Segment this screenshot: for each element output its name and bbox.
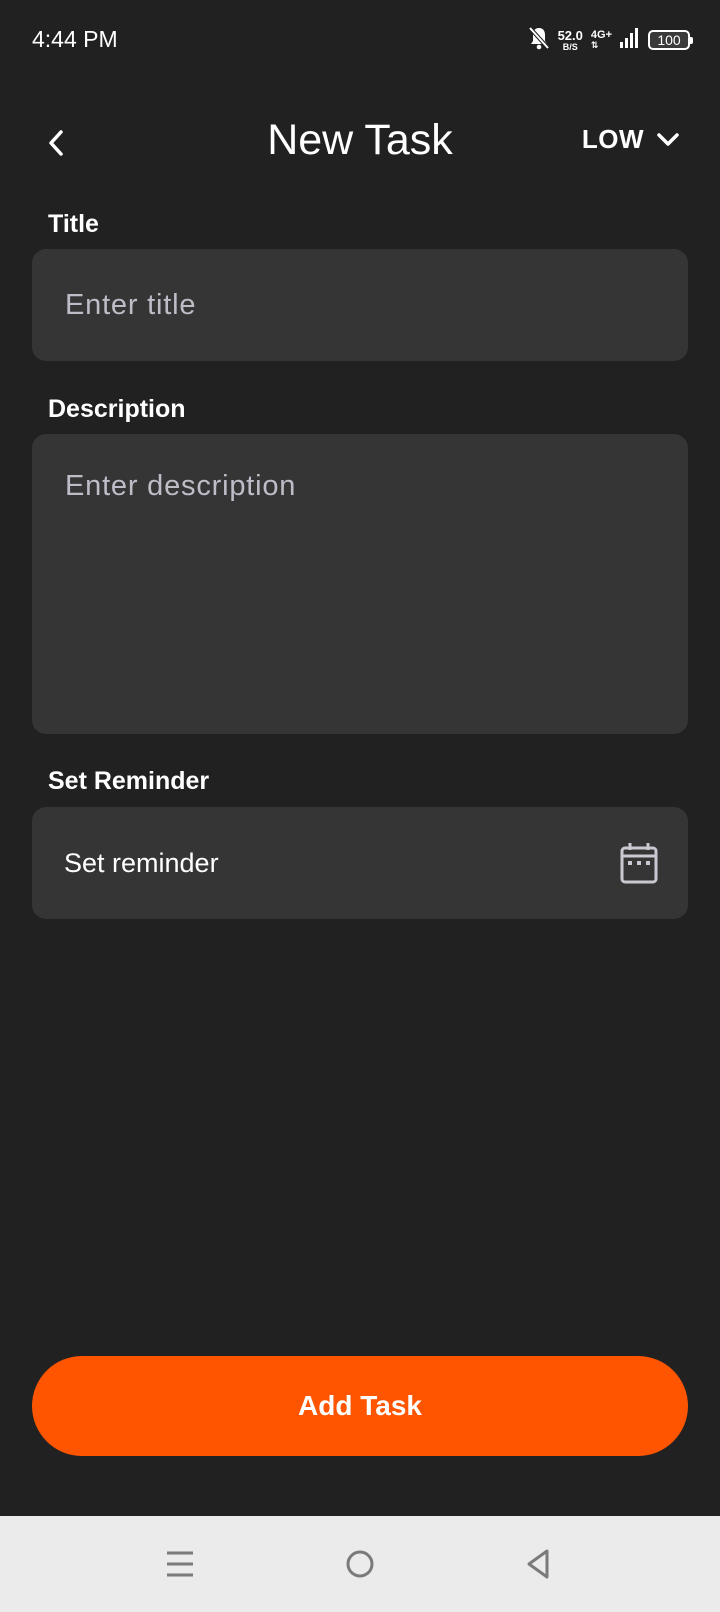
add-task-button[interactable]: Add Task: [32, 1356, 688, 1456]
status-time: 4:44 PM: [32, 26, 118, 52]
description-input[interactable]: [32, 434, 688, 734]
navigation-bar: [0, 1516, 720, 1612]
home-button[interactable]: [340, 1544, 380, 1584]
menu-icon: [167, 1551, 193, 1577]
battery-icon: 100: [648, 30, 693, 50]
signal-icon: [620, 27, 640, 53]
chevron-down-icon: [657, 132, 679, 146]
network-type: 4G+ ⇅: [591, 30, 612, 50]
system-back-button[interactable]: [518, 1544, 558, 1584]
priority-dropdown[interactable]: LOW: [582, 124, 680, 155]
menu-button[interactable]: [160, 1544, 200, 1584]
bell-muted-icon: [528, 26, 550, 55]
description-label: Description: [48, 395, 186, 423]
title-input[interactable]: [32, 249, 688, 361]
priority-selected-value: LOW: [581, 124, 644, 154]
reminder-picker[interactable]: Set reminder: [32, 807, 688, 919]
network-speed-value: 52.0: [557, 27, 583, 43]
data-arrows-icon: ⇅: [590, 40, 599, 50]
title-label: Title: [48, 210, 99, 238]
back-triangle-icon: [527, 1549, 549, 1579]
status-icons: 52.0 B/S 4G+ ⇅ 100: [528, 24, 693, 56]
reminder-value: Set reminder: [64, 847, 219, 878]
calendar-icon: [620, 843, 658, 884]
new-task-screen: 4:44 PM 52.0 B/S 4G+ ⇅ 100 New Task LOW …: [0, 0, 720, 1612]
status-bar: 4:44 PM 52.0 B/S 4G+ ⇅ 100: [0, 0, 720, 82]
reminder-label: Set Reminder: [48, 767, 210, 795]
home-icon: [346, 1550, 374, 1578]
battery-level: 100: [657, 32, 681, 48]
network-speed: 52.0 B/S: [558, 29, 583, 52]
network-speed-unit: B/S: [562, 41, 578, 52]
